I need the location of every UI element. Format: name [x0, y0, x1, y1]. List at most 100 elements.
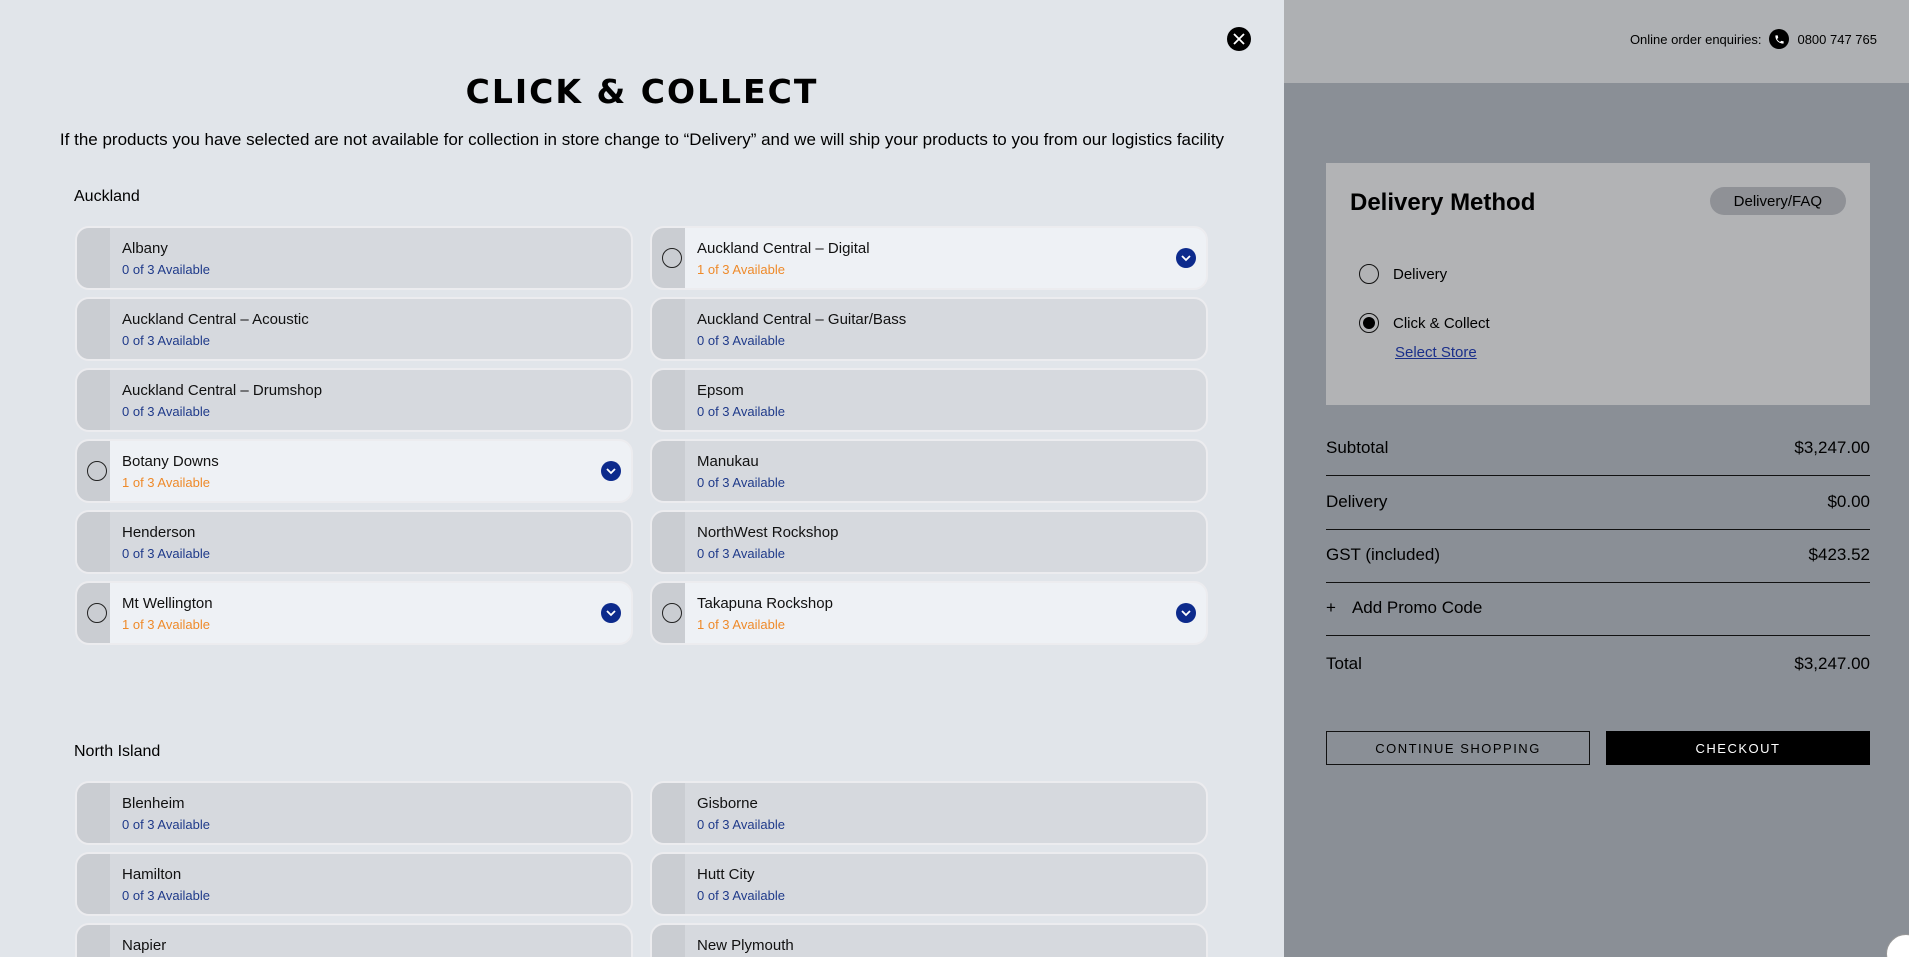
select-store-link[interactable]: Select Store [1395, 344, 1477, 361]
delivery-label: Delivery [1326, 492, 1388, 511]
store-strip [652, 370, 685, 430]
divider [1326, 529, 1870, 530]
store-option[interactable]: Takapuna Rockshop 1 of 3 Available [650, 581, 1208, 645]
click-collect-label: Click & Collect [1393, 314, 1490, 332]
store-option[interactable]: Auckland Central – Guitar/Bass 0 of 3 Ava… [650, 297, 1208, 361]
radio-icon[interactable] [87, 461, 107, 481]
store-name: Gisborne [697, 795, 758, 812]
store-name: Mt Wellington [122, 595, 213, 612]
gst-value: $423.52 [1808, 545, 1870, 564]
store-option[interactable]: Manukau 0 of 3 Available [650, 439, 1208, 503]
add-promo-code[interactable]: + Add Promo Code [1326, 598, 1482, 618]
delivery-value: $0.00 [1827, 492, 1870, 511]
store-option[interactable]: Gisborne 0 of 3 Available [650, 781, 1208, 845]
store-availability: 0 of 3 Available [697, 817, 785, 832]
store-option[interactable]: Blenheim 0 of 3 Available [75, 781, 633, 845]
delivery-method-card: Delivery Method Delivery/FAQ Delivery Cl… [1326, 163, 1870, 405]
subtotal-label: Subtotal [1326, 438, 1389, 457]
store-availability: 1 of 3 Available [697, 617, 785, 632]
click-collect-option[interactable]: Click & Collect [1359, 313, 1490, 333]
store-availability: 0 of 3 Available [122, 262, 210, 277]
store-availability: 0 of 3 Available [697, 333, 785, 348]
store-availability: 0 of 3 Available [697, 404, 785, 419]
store-strip [652, 299, 685, 359]
region-label: North Island [74, 743, 161, 760]
promo-label: Add Promo Code [1351, 598, 1483, 617]
continue-shopping-button[interactable]: CONTINUE SHOPPING [1326, 731, 1590, 765]
phone-number[interactable]: 0800 747 765 [1797, 32, 1877, 47]
checkout-button[interactable]: CHECKOUT [1606, 731, 1870, 765]
store-strip [652, 783, 685, 843]
store-availability: 0 of 3 Available [697, 475, 785, 490]
store-strip [77, 299, 110, 359]
store-option[interactable]: Napier [75, 923, 633, 957]
radio-selected-icon[interactable] [1359, 313, 1379, 333]
store-option[interactable]: Auckland Central – Drumshop 0 of 3 Availa… [75, 368, 633, 432]
radio-icon[interactable] [1359, 264, 1379, 284]
store-strip [77, 512, 110, 572]
top-bar: Online order enquiries: 0800 747 765 [1284, 0, 1909, 83]
enquiries-label: Online order enquiries: [1629, 31, 1762, 47]
click-collect-modal: CLICK & COLLECT If the products you have… [0, 0, 1284, 957]
store-option[interactable]: Albany 0 of 3 Available [75, 226, 633, 290]
radio-icon[interactable] [87, 603, 107, 623]
store-name: Auckland Central – Digital [697, 240, 870, 257]
delivery-method-title: Delivery Method [1350, 189, 1536, 216]
store-availability: 1 of 3 Available [122, 617, 210, 632]
store-name: Hutt City [697, 866, 755, 883]
store-option[interactable]: Botany Downs 1 of 3 Available [75, 439, 633, 503]
store-name: Auckland Central – Guitar/Bass [697, 311, 907, 328]
divider [1326, 475, 1870, 476]
radio-icon[interactable] [662, 248, 682, 268]
radio-icon[interactable] [662, 603, 682, 623]
store-name: Botany Downs [122, 453, 219, 470]
store-option[interactable]: Mt Wellington 1 of 3 Available [75, 581, 633, 645]
store-name: Albany [122, 240, 168, 257]
gst-label: GST (included) [1326, 545, 1441, 564]
store-option[interactable]: NorthWest Rockshop 0 of 3 Available [650, 510, 1208, 574]
store-strip [652, 854, 685, 914]
chevron-down-icon[interactable] [1176, 248, 1196, 268]
store-name: Manukau [697, 453, 759, 470]
store-name: Epsom [697, 382, 744, 399]
delivery-row: Delivery $0.00 [1326, 492, 1870, 512]
store-availability: 0 of 3 Available [122, 546, 210, 561]
store-availability: 0 of 3 Available [122, 888, 210, 903]
store-option[interactable]: Hutt City 0 of 3 Available [650, 852, 1208, 916]
store-option[interactable]: Auckland Central – Acoustic 0 of 3 Availa… [75, 297, 633, 361]
chevron-down-icon[interactable] [1176, 603, 1196, 623]
chevron-down-icon[interactable] [601, 461, 621, 481]
subtotal-value: $3,247.00 [1794, 438, 1870, 457]
close-icon[interactable] [1227, 27, 1251, 51]
total-value: $3,247.00 [1794, 654, 1870, 673]
store-name: Auckland Central – Acoustic [122, 311, 309, 328]
order-enquiries: Online order enquiries: 0800 747 765 [1630, 29, 1877, 49]
store-strip [652, 512, 685, 572]
store-option[interactable]: Henderson 0 of 3 Available [75, 510, 633, 574]
scroll-button[interactable] [1886, 934, 1909, 957]
store-name: Takapuna Rockshop [697, 595, 833, 612]
subtotal-row: Subtotal $3,247.00 [1326, 438, 1870, 458]
store-availability: 0 of 3 Available [122, 404, 210, 419]
store-option[interactable]: Auckland Central – Digital 1 of 3 Availab… [650, 226, 1208, 290]
store-strip [652, 925, 685, 957]
modal-title: CLICK & COLLECT [465, 72, 819, 111]
store-option[interactable]: Epsom 0 of 3 Available [650, 368, 1208, 432]
store-availability: 0 of 3 Available [122, 333, 210, 348]
store-option[interactable]: New Plymouth [650, 923, 1208, 957]
store-strip [77, 925, 110, 957]
plus-icon: + [1326, 598, 1336, 617]
chevron-down-icon[interactable] [601, 603, 621, 623]
store-option[interactable]: Hamilton 0 of 3 Available [75, 852, 633, 916]
store-strip [77, 370, 110, 430]
delivery-faq-button[interactable]: Delivery/FAQ [1709, 187, 1846, 215]
delivery-option[interactable]: Delivery [1359, 264, 1447, 284]
store-name: NorthWest Rockshop [697, 524, 839, 541]
store-availability: 0 of 3 Available [697, 546, 785, 561]
divider [1326, 635, 1870, 636]
total-row: Total $3,247.00 [1326, 654, 1870, 674]
store-availability: 1 of 3 Available [122, 475, 210, 490]
gst-row: GST (included) $423.52 [1326, 545, 1870, 565]
store-name: Henderson [122, 524, 196, 541]
store-name: Blenheim [122, 795, 185, 812]
